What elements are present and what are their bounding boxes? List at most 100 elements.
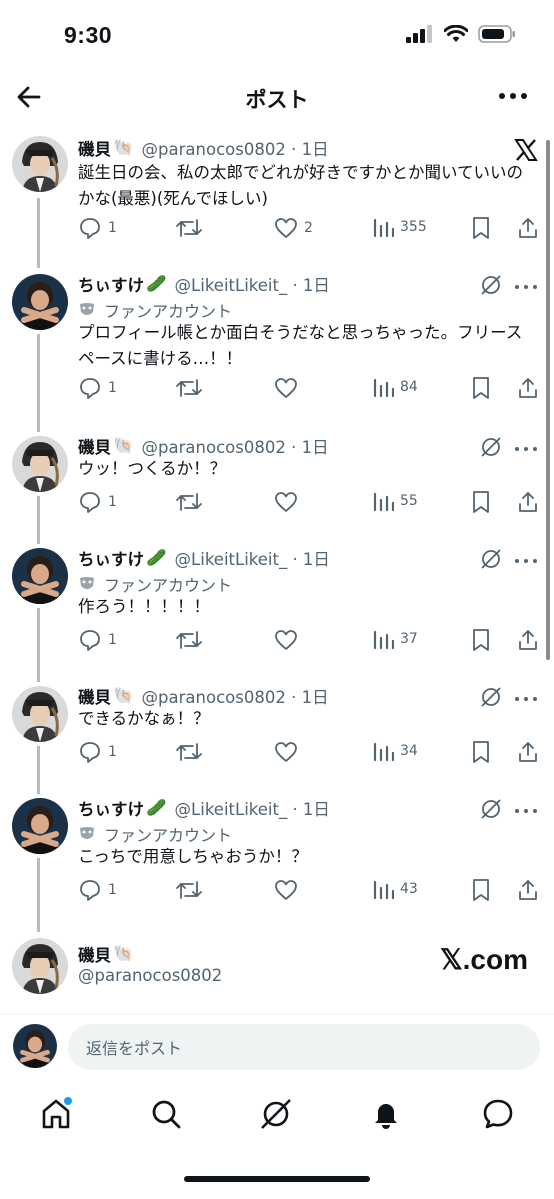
like-button[interactable] (274, 740, 304, 764)
heart-icon (275, 742, 297, 762)
like-button[interactable] (274, 878, 304, 902)
avatar[interactable] (12, 548, 68, 604)
repost-button[interactable] (176, 740, 208, 764)
reply-input[interactable]: 返信をポスト (68, 1024, 540, 1070)
repost-button[interactable] (176, 376, 208, 400)
repost-button[interactable] (176, 628, 208, 652)
handle-and-time[interactable]: @LikeitLikeit_ · 1日 (175, 796, 330, 820)
handle-and-time[interactable]: @LikeitLikeit_ · 1日 (175, 546, 330, 570)
display-name[interactable]: 磯貝 (78, 684, 111, 708)
more-icon[interactable] (514, 444, 538, 454)
status-time: 9:30 (64, 22, 113, 48)
tab-messages[interactable] (478, 1094, 518, 1134)
chat-icon (483, 1099, 513, 1129)
views-button[interactable]: 37 (372, 628, 418, 650)
more-icon[interactable] (514, 806, 538, 816)
like-button[interactable]: 2 (274, 216, 313, 240)
like-button[interactable] (274, 490, 304, 514)
handle-text[interactable]: @paranocos0802 (78, 966, 222, 985)
share-icon[interactable] (516, 740, 540, 764)
display-name[interactable]: ちぃすけ (78, 796, 144, 820)
views-button[interactable]: 355 (372, 216, 427, 238)
handle-and-time[interactable]: @paranocos0802 · 1日 (142, 434, 329, 458)
like-button[interactable] (274, 376, 304, 400)
avatar[interactable] (12, 136, 68, 192)
avatar[interactable] (12, 274, 68, 330)
tab-search[interactable] (146, 1094, 186, 1134)
avatar[interactable] (12, 686, 68, 742)
views-button[interactable]: 34 (372, 740, 418, 762)
reply-button[interactable]: 1 (78, 740, 117, 764)
my-avatar[interactable] (13, 1024, 57, 1068)
display-name[interactable]: ちぃすけ (78, 546, 144, 570)
action-bar: 1 2 355 (78, 216, 542, 246)
display-name[interactable]: 磯貝 (78, 136, 111, 160)
thread-post[interactable]: ちぃすけ 🥒 @LikeitLikeit_ · 1日 ファンアカウント 作ろう！… (0, 546, 554, 670)
bookmark-icon[interactable] (470, 628, 492, 652)
thread-post[interactable]: ちぃすけ 🥒 @LikeitLikeit_ · 1日 ファンアカウント こっちで… (0, 796, 554, 920)
more-icon[interactable] (514, 556, 538, 566)
views-button[interactable]: 55 (372, 490, 418, 512)
repost-button[interactable] (176, 490, 208, 514)
home-indicator (184, 1176, 370, 1182)
tab-grok[interactable] (256, 1094, 296, 1134)
share-icon[interactable] (516, 878, 540, 902)
bookmark-icon[interactable] (470, 216, 492, 240)
shell-icon: 🐚 (113, 944, 134, 963)
views-button[interactable]: 84 (372, 376, 418, 398)
bookmark-icon[interactable] (470, 740, 492, 764)
reply-button[interactable]: 1 (78, 490, 117, 514)
tab-home[interactable] (36, 1094, 76, 1134)
avatar[interactable] (12, 798, 68, 854)
bookmark-icon[interactable] (470, 878, 492, 902)
grok-icon[interactable] (480, 274, 502, 296)
grok-icon[interactable] (480, 548, 502, 570)
badge-label: ファンアカウント (104, 576, 233, 595)
thread-post[interactable]: 磯貝 🐚 @paranocos0802 · 1日 ウッ！つくるか！？ 1 55 (0, 434, 554, 534)
grok-icon[interactable] (480, 798, 502, 820)
more-options-icon[interactable] (498, 86, 528, 106)
reply-button[interactable]: 1 (78, 376, 117, 400)
grok-icon[interactable] (480, 686, 502, 708)
badge-label: ファンアカウント (104, 302, 233, 321)
repost-button[interactable] (176, 878, 208, 902)
handle-and-time[interactable]: @paranocos0802 · 1日 (142, 136, 329, 160)
share-icon[interactable] (516, 216, 540, 240)
reply-icon (80, 218, 100, 239)
reply-button[interactable]: 1 (78, 878, 117, 902)
mask-icon (80, 577, 94, 589)
more-icon[interactable] (514, 282, 538, 292)
reply-button[interactable]: 1 (78, 216, 117, 240)
display-name[interactable]: 磯貝 (78, 942, 111, 966)
handle-and-time[interactable]: @LikeitLikeit_ · 1日 (175, 272, 330, 296)
grok-icon[interactable] (480, 436, 502, 458)
thread-post[interactable]: ちぃすけ 🥒 @LikeitLikeit_ · 1日 ファンアカウント プロフィ… (0, 270, 554, 420)
display-name[interactable]: ちぃすけ (78, 272, 144, 296)
repost-icon (176, 743, 202, 761)
bookmark-icon[interactable] (470, 490, 492, 514)
share-icon[interactable] (516, 376, 540, 400)
bookmark-icon[interactable] (470, 376, 492, 400)
fan-account-badge: ファンアカウント (78, 822, 232, 846)
analytics-icon (373, 630, 394, 650)
analytics-icon (373, 378, 394, 398)
shell-icon: 🐚 (113, 686, 134, 705)
thread-post[interactable]: 磯貝 🐚 @paranocos0802 · 1日 できるかなぁ！？ 1 34 (0, 684, 554, 784)
reply-bar: 返信をポスト (0, 1016, 554, 1078)
share-icon[interactable] (516, 490, 540, 514)
reply-icon (80, 742, 100, 763)
handle-and-time[interactable]: @paranocos0802 · 1日 (142, 684, 329, 708)
grok-icon (261, 1099, 291, 1129)
share-icon[interactable] (516, 628, 540, 652)
tab-notifications[interactable] (366, 1094, 406, 1134)
reply-icon (80, 630, 100, 651)
avatar[interactable] (12, 938, 68, 994)
views-button[interactable]: 43 (372, 878, 418, 900)
display-name[interactable]: 磯貝 (78, 434, 111, 458)
thread-post[interactable]: 磯貝 🐚 @paranocos0802 · 1日 誕生日の会、私の太郎でどれが好… (0, 130, 554, 260)
repost-button[interactable] (176, 216, 208, 240)
reply-button[interactable]: 1 (78, 628, 117, 652)
more-icon[interactable] (514, 694, 538, 704)
like-button[interactable] (274, 628, 304, 652)
avatar[interactable] (12, 436, 68, 492)
